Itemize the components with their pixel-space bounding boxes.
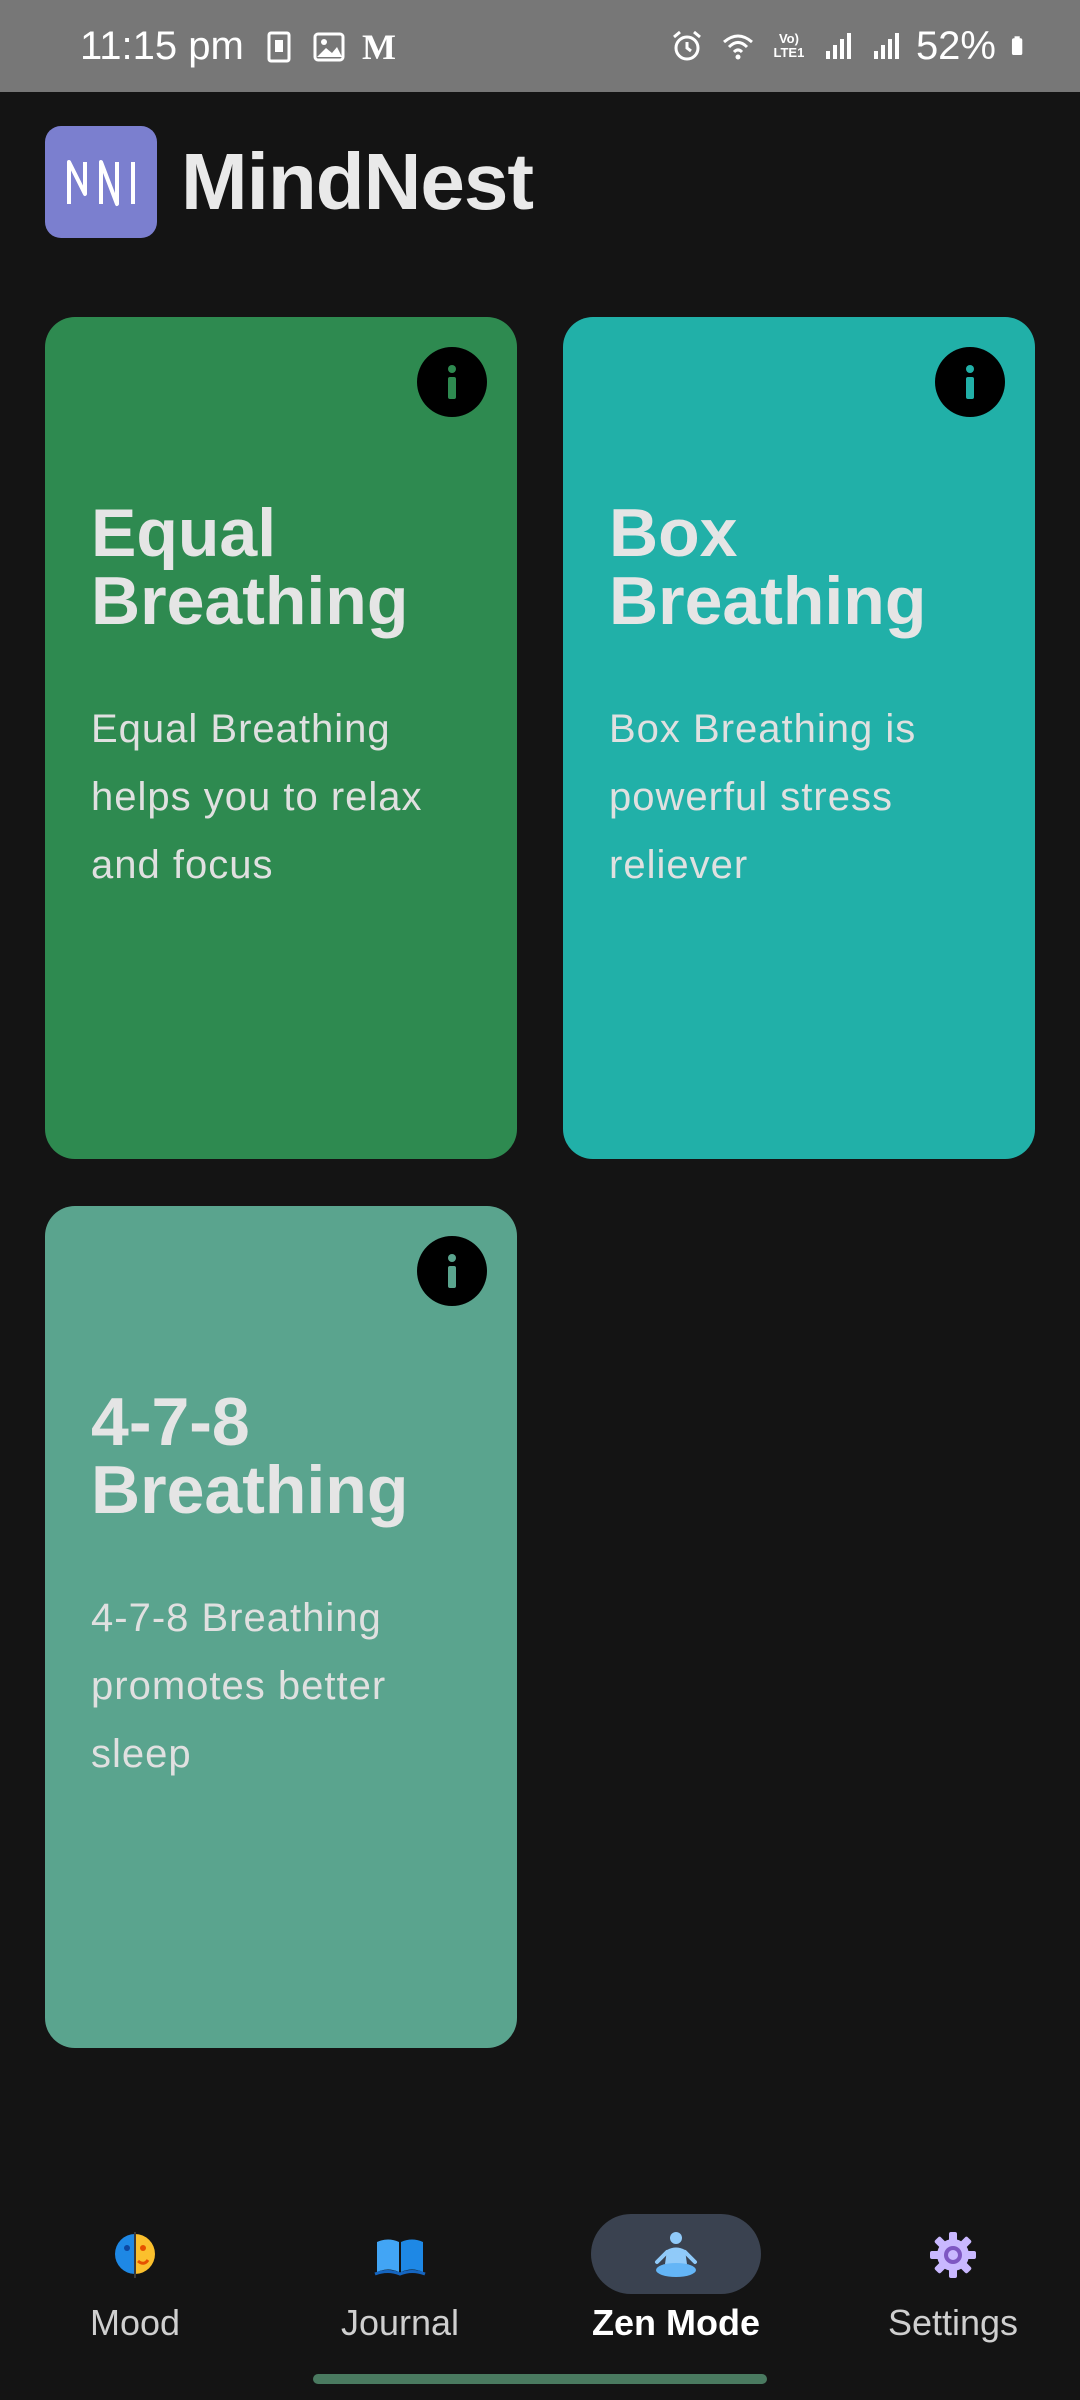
nav-label: Zen Mode (592, 2302, 760, 2343)
image-icon (313, 32, 345, 62)
open-book-icon (374, 2239, 426, 2276)
system-icons: Vo) LTE1 52% (670, 20, 1032, 72)
mood-face-icon (115, 2232, 155, 2278)
bottom-navigation: Mood Journal Zen Mode Settings (0, 2200, 1080, 2400)
info-button[interactable] (417, 347, 487, 417)
alarm-icon (672, 30, 701, 61)
meditation-icon (655, 2232, 697, 2277)
notification-letter: M (362, 27, 396, 67)
info-icon (448, 1254, 456, 1288)
info-icon (966, 365, 974, 399)
card-title: 4-7-8 Breathing (91, 1384, 409, 1528)
battery-icon (1011, 36, 1023, 56)
four-seven-eight-breathing-card[interactable]: 4-7-8 Breathing 4-7-8 Breathing promotes … (45, 1206, 517, 2048)
sim-card-icon (267, 31, 291, 63)
gear-icon (930, 2232, 976, 2278)
status-time: 11:15 pm (80, 24, 244, 68)
status-bar: 11:15 pm M Vo) LTE1 52% (0, 0, 1080, 92)
card-description: Equal Breathing helps you to relax and f… (91, 707, 423, 887)
app-logo (45, 126, 157, 238)
nav-label: Journal (340, 2302, 460, 2343)
nav-label: Settings (887, 2302, 1019, 2343)
box-breathing-card[interactable]: Box Breathing Box Breathing is powerful s… (563, 317, 1035, 1159)
home-indicator[interactable] (313, 2374, 767, 2384)
network-type-label: Vo) LTE1 (773, 31, 805, 60)
nav-item-zen-mode[interactable]: Zen Mode (541, 2200, 811, 2350)
nav-item-mood[interactable]: Mood (0, 2200, 270, 2350)
info-button[interactable] (417, 1236, 487, 1306)
nav-item-journal[interactable]: Journal (265, 2200, 535, 2350)
app-title: MindNest (181, 137, 534, 226)
info-icon (448, 365, 456, 399)
nav-label: Mood (89, 2302, 181, 2343)
card-description: 4-7-8 Breathing promotes better sleep (91, 1596, 387, 1776)
logo-mark-icon (67, 160, 135, 206)
wifi-icon (722, 34, 753, 60)
info-button[interactable] (935, 347, 1005, 417)
app-header: MindNest (45, 126, 534, 238)
card-description: Box Breathing is powerful stress relieve… (609, 707, 917, 887)
signal-icon (825, 33, 851, 59)
card-title: Equal Breathing (91, 495, 409, 639)
notification-icons: M (262, 26, 396, 68)
equal-breathing-card[interactable]: Equal Breathing Equal Breathing helps you… (45, 317, 517, 1159)
battery-percent: 52% (915, 24, 996, 68)
signal-icon-2 (873, 33, 899, 59)
card-title: Box Breathing (609, 495, 927, 639)
nav-item-settings[interactable]: Settings (818, 2200, 1080, 2350)
